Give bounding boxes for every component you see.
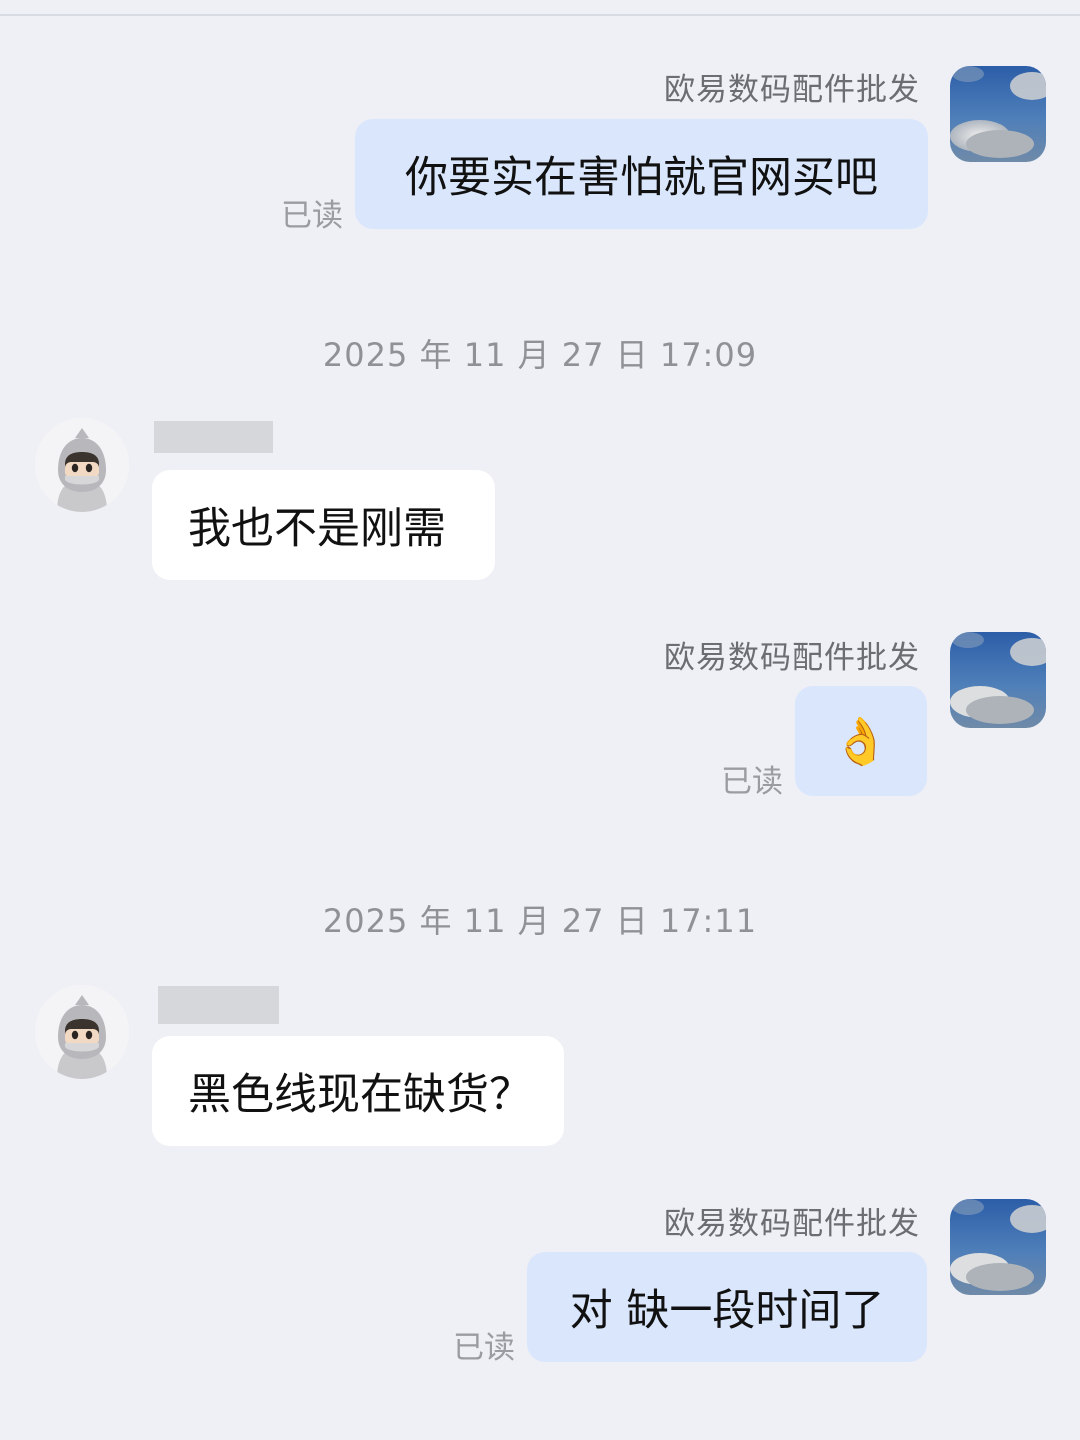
- sender-name: 欧易数码配件批发: [664, 640, 920, 676]
- message-bubble-sent[interactable]: 对 缺一段时间了: [527, 1252, 927, 1362]
- timestamp: 2025 年 11 月 27 日 17:09: [322, 336, 758, 374]
- timestamp: 2025 年 11 月 27 日 17:11: [322, 902, 758, 940]
- message-text: 我也不是刚需: [188, 504, 446, 554]
- message-text: 对 缺一段时间了: [569, 1286, 885, 1336]
- sky-cloud-icon: [950, 1199, 1046, 1295]
- read-status: 已读: [453, 1330, 515, 1366]
- redacted-sender-name: [154, 421, 273, 453]
- message-text: 黑色线现在缺货？: [188, 1070, 532, 1120]
- message-bubble-received[interactable]: 我也不是刚需: [152, 470, 495, 580]
- top-divider: [0, 14, 1080, 16]
- message-bubble-sent[interactable]: 你要实在害怕就官网买吧: [355, 119, 928, 229]
- sender-name: 欧易数码配件批发: [664, 1206, 920, 1242]
- message-bubble-sent[interactable]: 👌: [795, 686, 927, 796]
- shop-avatar[interactable]: [950, 66, 1046, 162]
- shop-avatar[interactable]: [950, 1199, 1046, 1295]
- message-bubble-received[interactable]: 黑色线现在缺货？: [152, 1036, 564, 1146]
- ninja-avatar-icon: [35, 985, 129, 1079]
- sky-cloud-icon: [950, 632, 1046, 728]
- customer-avatar[interactable]: [35, 985, 129, 1079]
- read-status: 已读: [281, 198, 343, 234]
- ninja-avatar-icon: [35, 418, 129, 512]
- redacted-sender-name: [158, 986, 279, 1024]
- sky-cloud-icon: [950, 66, 1046, 162]
- message-text: 你要实在害怕就官网买吧: [405, 153, 878, 203]
- customer-avatar[interactable]: [35, 418, 129, 512]
- read-status: 已读: [721, 764, 783, 800]
- shop-avatar[interactable]: [950, 632, 1046, 728]
- sender-name: 欧易数码配件批发: [664, 72, 920, 108]
- ok-hand-icon: 👌: [832, 713, 890, 768]
